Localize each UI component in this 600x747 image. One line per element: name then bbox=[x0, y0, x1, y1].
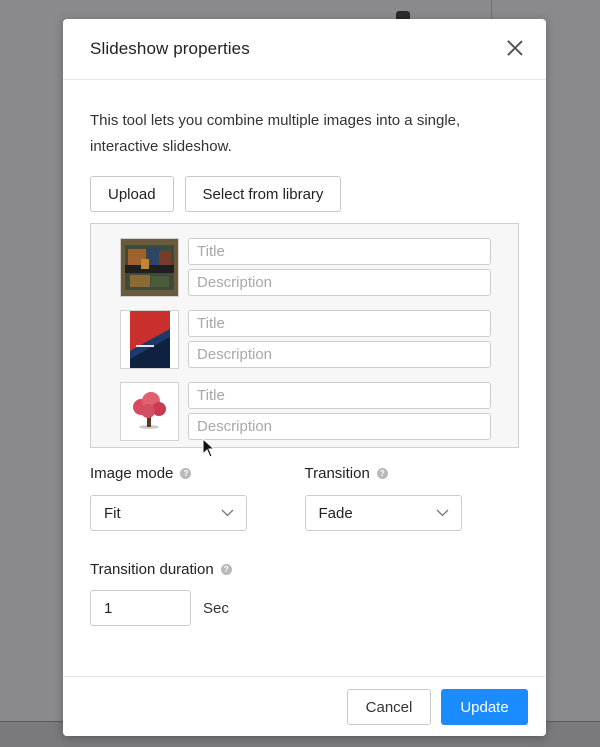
image-mode-select[interactable]: Fit bbox=[90, 495, 247, 531]
dialog-header: Slideshow properties bbox=[63, 19, 546, 80]
transition-value: Fade bbox=[318, 504, 353, 522]
source-buttons: Upload Select from library bbox=[90, 176, 519, 212]
help-icon[interactable]: ? bbox=[376, 467, 388, 479]
description-input[interactable] bbox=[188, 341, 491, 368]
select-from-library-button[interactable]: Select from library bbox=[184, 176, 342, 212]
transition-duration-row: Sec bbox=[90, 590, 519, 626]
slideshow-properties-dialog: Slideshow properties This tool lets you … bbox=[63, 19, 546, 736]
transition-select[interactable]: Fade bbox=[304, 495, 462, 531]
image-thumbnail[interactable] bbox=[120, 310, 179, 369]
chevron-down-icon bbox=[436, 509, 448, 517]
image-mode-label-line: Image mode ? bbox=[90, 463, 305, 483]
abstract-painting-image bbox=[121, 239, 178, 296]
image-list bbox=[90, 223, 519, 448]
image-mode-group: Image mode ? Fit bbox=[90, 463, 305, 531]
poster-image bbox=[129, 311, 170, 368]
description-input[interactable] bbox=[188, 269, 491, 296]
transition-duration-label: Transition duration bbox=[90, 560, 214, 578]
upload-button[interactable]: Upload bbox=[90, 176, 174, 212]
chevron-down-icon bbox=[221, 509, 234, 517]
image-mode-value: Fit bbox=[104, 504, 121, 522]
intro-text: This tool lets you combine multiple imag… bbox=[90, 112, 461, 155]
image-item bbox=[120, 238, 491, 297]
transition-group: Transition ? Fade bbox=[304, 463, 520, 531]
image-thumbnail[interactable] bbox=[120, 382, 179, 441]
footer-buttons: Cancel Update bbox=[347, 689, 528, 725]
description-input[interactable] bbox=[188, 413, 491, 440]
help-icon[interactable]: ? bbox=[180, 467, 192, 479]
transition-label-line: Transition ? bbox=[305, 463, 520, 483]
image-mode-label: Image mode bbox=[90, 464, 174, 482]
transition-duration-label-line: Transition duration ? bbox=[90, 559, 519, 579]
image-item bbox=[120, 382, 491, 441]
help-icon[interactable]: ? bbox=[220, 563, 232, 575]
dialog-title: Slideshow properties bbox=[90, 39, 250, 58]
duration-unit: Sec bbox=[203, 599, 229, 617]
image-fields bbox=[188, 382, 491, 441]
transition-duration-input[interactable] bbox=[90, 590, 191, 626]
close-icon[interactable] bbox=[506, 39, 524, 57]
dialog-body: This tool lets you combine multiple imag… bbox=[63, 80, 546, 626]
image-thumbnail[interactable] bbox=[120, 238, 179, 297]
title-input[interactable] bbox=[188, 310, 491, 337]
title-input[interactable] bbox=[188, 382, 491, 409]
image-fields bbox=[188, 238, 491, 297]
options-row: Image mode ? Fit Transition ? Fade bbox=[90, 463, 519, 531]
transition-label: Transition bbox=[304, 464, 370, 482]
tree-image bbox=[121, 383, 178, 440]
image-item bbox=[120, 310, 491, 369]
image-fields bbox=[188, 310, 491, 369]
transition-duration-group: Transition duration ? Sec bbox=[90, 559, 519, 626]
dialog-footer: Cancel Update bbox=[63, 676, 546, 736]
update-button[interactable]: Update bbox=[441, 689, 528, 725]
title-input[interactable] bbox=[188, 238, 491, 265]
cancel-button[interactable]: Cancel bbox=[347, 689, 431, 725]
